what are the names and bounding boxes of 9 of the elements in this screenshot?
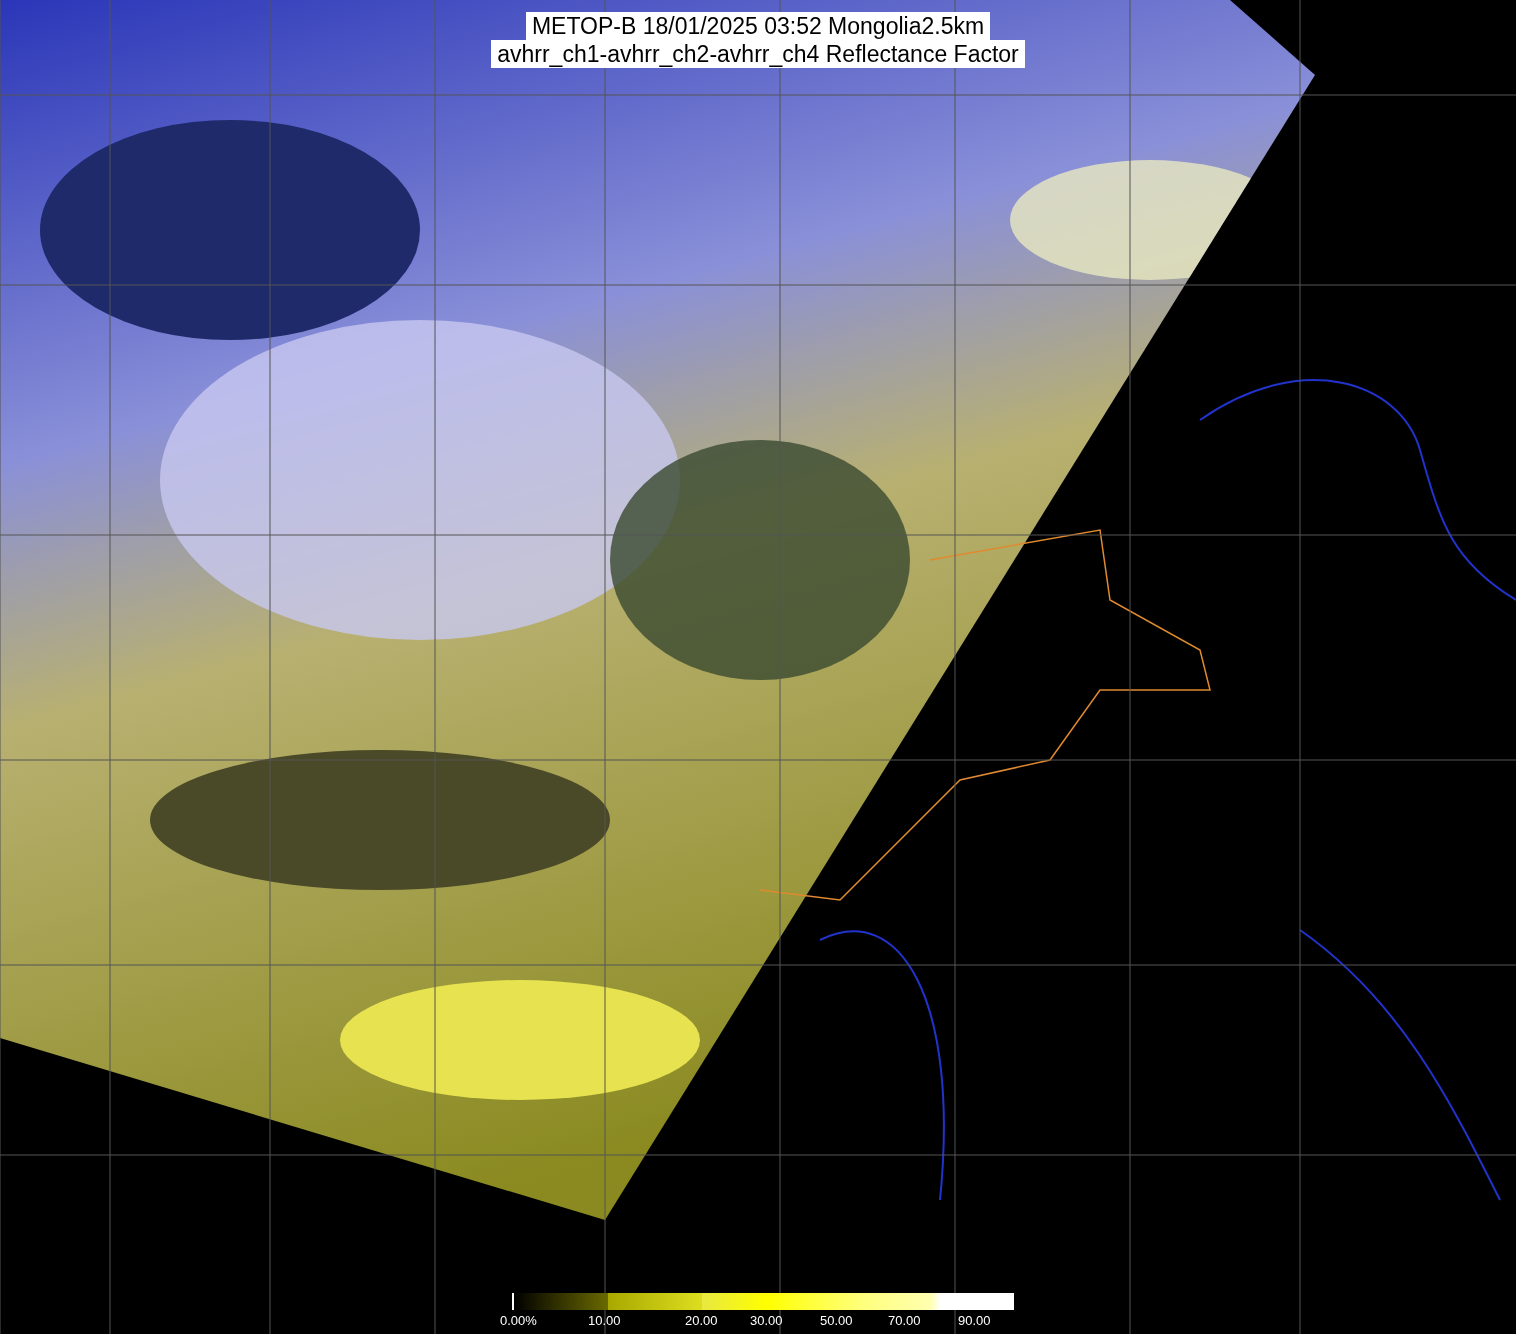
- colorbar-label: 10.00: [588, 1313, 621, 1328]
- colorbar-label: 0.00%: [500, 1313, 537, 1328]
- colorbar-label: 70.00: [888, 1313, 921, 1328]
- colorbar-label: 90.00: [958, 1313, 991, 1328]
- colorbar-label: 30.00: [750, 1313, 783, 1328]
- colorbar-label: 20.00: [685, 1313, 718, 1328]
- colorbar-label: 50.00: [820, 1313, 853, 1328]
- title-label: avhrr_ch1-avhrr_ch2-avhrr_ch4 Reflectance Factor: [491, 40, 1025, 68]
- title-label: METOP-B 18/01/2025 03:52 Mongolia2.5km: [525, 12, 991, 40]
